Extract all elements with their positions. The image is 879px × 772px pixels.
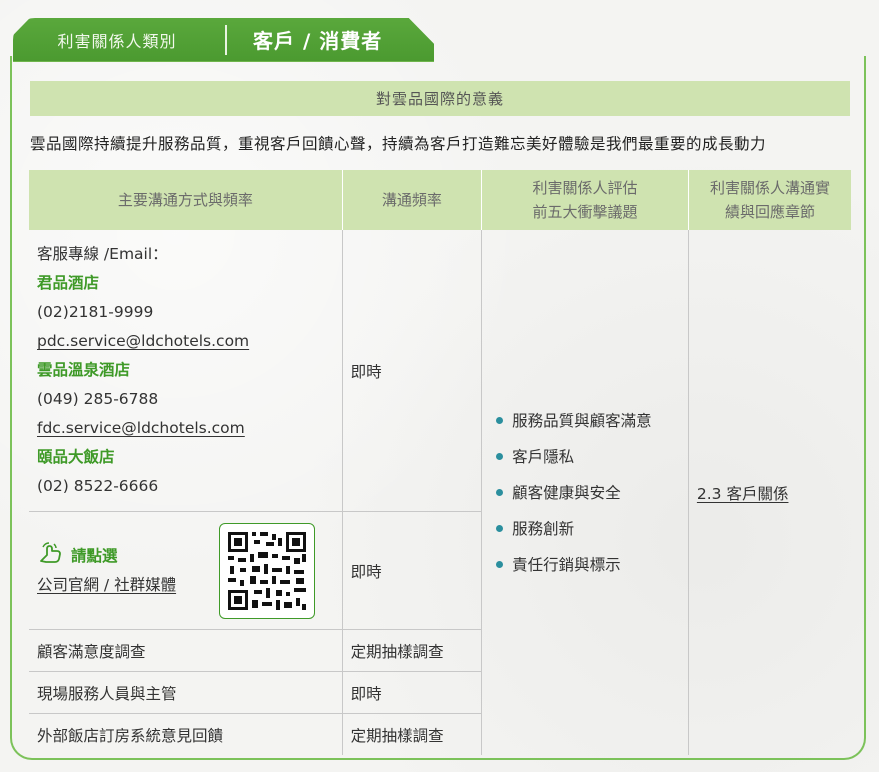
list-item: 客戶隱私 bbox=[496, 439, 680, 475]
category-label: 利害關係人類別 bbox=[57, 31, 177, 51]
tab-divider bbox=[225, 24, 227, 55]
click-prompt[interactable]: 請點選 bbox=[37, 541, 118, 569]
hotel-name: 頤品大飯店 bbox=[37, 448, 115, 466]
hotel-phone: (02)2181-9999 bbox=[37, 303, 154, 321]
click-label: 請點選 bbox=[71, 546, 118, 565]
issue-label: 服務品質與顧客滿意 bbox=[512, 411, 652, 430]
header-chapter: 利害關係人溝通實 績與回應章節 bbox=[688, 170, 851, 230]
website-cell: 請點選 公司官網 / 社群媒體 bbox=[29, 511, 343, 630]
channel-cell: 外部飯店訂房系統意見回饋 bbox=[29, 713, 343, 755]
channel-cell: 現場服務人員與主管 bbox=[29, 671, 343, 714]
issue-label: 責任行銷與標示 bbox=[512, 555, 621, 574]
table-header-row: 主要溝通方式與頻率 溝通頻率 利害關係人評估 前五大衝擊議題 利害關係人溝通實 … bbox=[29, 170, 851, 230]
frequency-cell: 即時 bbox=[342, 511, 483, 630]
list-item: 顧客健康與安全 bbox=[496, 475, 680, 511]
list-item: 服務品質與顧客滿意 bbox=[496, 403, 680, 439]
issue-label: 服務創新 bbox=[512, 519, 575, 538]
issue-label: 客戶隱私 bbox=[512, 447, 575, 466]
frequency-cell: 定期抽樣調查 bbox=[342, 629, 483, 672]
header-issues-line2: 前五大衝擊議題 bbox=[532, 203, 638, 221]
bullet-icon bbox=[496, 489, 504, 496]
header-channel: 主要溝通方式與頻率 bbox=[29, 170, 343, 230]
frequency-cell: 定期抽樣調查 bbox=[342, 713, 483, 755]
frequency-cell: 即時 bbox=[342, 671, 483, 714]
hotel-phone: (049) 285-6788 bbox=[37, 390, 159, 408]
header-chapter-line1: 利害關係人溝通實 bbox=[709, 179, 830, 197]
contact-cell: 客服專線 /Email： 君品酒店 (02)2181-9999 pdc.serv… bbox=[29, 230, 343, 512]
hotel-email-link[interactable]: pdc.service@ldchotels.com bbox=[37, 327, 334, 356]
hotel-email-link[interactable]: fdc.service@ldchotels.com bbox=[37, 414, 334, 443]
contact-label: 客服專線 /Email： bbox=[37, 245, 168, 263]
frequency-cell: 即時 bbox=[342, 230, 483, 512]
qr-code[interactable] bbox=[219, 522, 315, 619]
significance-text: 雲品國際持續提升服務品質，重視客戶回饋心聲，持續為客戶打造難忘美好體驗是我們最重… bbox=[30, 135, 767, 153]
issues-list: 服務品質與顧客滿意 客戶隱私 顧客健康與安全 服務創新 責任行銷與標示 bbox=[490, 403, 680, 583]
chapter-link[interactable]: 2.3 客戶關係 bbox=[697, 485, 789, 503]
hotel-name: 雲品溫泉酒店 bbox=[37, 361, 131, 379]
header-issues: 利害關係人評估 前五大衝擊議題 bbox=[481, 170, 689, 230]
hotel-name: 君品酒店 bbox=[37, 274, 100, 292]
website-social-link[interactable]: 公司官網 / 社群媒體 bbox=[37, 573, 176, 595]
bullet-icon bbox=[496, 417, 504, 424]
header-chapter-line2: 績與回應章節 bbox=[724, 203, 815, 221]
header-frequency: 溝通頻率 bbox=[342, 170, 483, 230]
issue-label: 顧客健康與安全 bbox=[512, 483, 621, 502]
table-row: 客服專線 /Email： 君品酒店 (02)2181-9999 pdc.serv… bbox=[29, 230, 851, 755]
category-value: 客戶 / 消費者 bbox=[253, 29, 383, 53]
channel-cell: 顧客滿意度調查 bbox=[29, 629, 343, 672]
issues-cell: 服務品質與顧客滿意 客戶隱私 顧客健康與安全 服務創新 責任行銷與標示 bbox=[481, 230, 689, 755]
significance-title: 對雲品國際的意義 bbox=[30, 81, 850, 116]
chapter-cell: 2.3 客戶關係 bbox=[688, 230, 851, 755]
list-item: 服務創新 bbox=[496, 511, 680, 547]
hotel-phone: (02) 8522-6666 bbox=[37, 477, 159, 495]
bullet-icon bbox=[496, 561, 504, 568]
stakeholder-tab: 利害關係人類別 客戶 / 消費者 bbox=[13, 18, 434, 61]
communication-table: 主要溝通方式與頻率 溝通頻率 利害關係人評估 前五大衝擊議題 利害關係人溝通實 … bbox=[29, 170, 851, 755]
header-issues-line1: 利害關係人評估 bbox=[532, 179, 638, 197]
list-item: 責任行銷與標示 bbox=[496, 547, 680, 583]
bullet-icon bbox=[496, 453, 504, 460]
pointer-hand-icon bbox=[37, 541, 65, 569]
bullet-icon bbox=[496, 525, 504, 532]
